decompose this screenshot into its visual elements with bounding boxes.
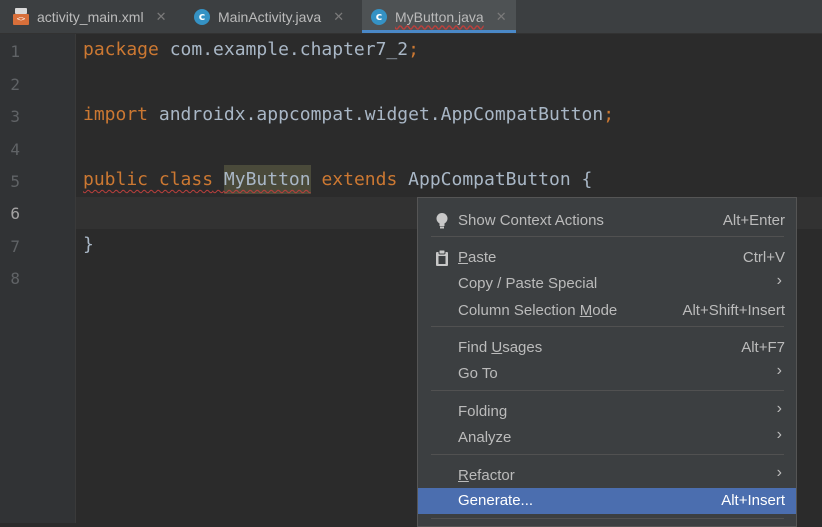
line-number: 1 bbox=[10, 42, 20, 61]
menu-separator bbox=[431, 390, 784, 391]
line-number: 3 bbox=[10, 107, 20, 126]
line-number: 4 bbox=[10, 140, 20, 159]
code-line-7: } bbox=[83, 234, 94, 255]
menu-item-folding[interactable]: Folding › bbox=[418, 399, 796, 425]
tab-main-activity-java[interactable]: c MainActivity.java ✕ bbox=[186, 0, 344, 33]
class-c-icon: c bbox=[371, 8, 387, 25]
menu-separator bbox=[431, 518, 784, 519]
class-c-icon: c bbox=[194, 8, 210, 25]
close-icon[interactable]: ✕ bbox=[156, 9, 167, 25]
menu-separator bbox=[431, 236, 784, 237]
chevron-right-icon: › bbox=[776, 400, 782, 417]
close-icon[interactable]: ✕ bbox=[496, 9, 507, 25]
menu-item-show-context-actions[interactable]: Show Context Actions Alt+Enter bbox=[418, 208, 796, 234]
chevron-right-icon: › bbox=[776, 272, 782, 289]
close-icon[interactable]: ✕ bbox=[333, 9, 344, 25]
menu-item-generate[interactable]: Generate... Alt+Insert bbox=[418, 488, 796, 514]
tab-label: MyButton.java bbox=[395, 8, 484, 25]
chevron-right-icon: › bbox=[776, 464, 782, 481]
xml-file-icon: <> bbox=[13, 8, 29, 25]
menu-separator bbox=[431, 454, 784, 455]
menu-item-analyze[interactable]: Analyze › bbox=[418, 425, 796, 451]
menu-item-go-to[interactable]: Go To › bbox=[418, 361, 796, 387]
code-line-5: public class MyButton extends AppCompatB… bbox=[83, 165, 592, 194]
highlighted-class-name: MyButton bbox=[223, 165, 311, 194]
lightbulb-icon bbox=[433, 212, 451, 230]
chevron-right-icon: › bbox=[776, 426, 782, 443]
editor-tab-bar: <> activity_main.xml ✕ c MainActivity.ja… bbox=[0, 0, 822, 34]
line-number: 5 bbox=[10, 172, 20, 191]
line-number: 7 bbox=[10, 237, 20, 256]
menu-item-refactor[interactable]: Refactor › bbox=[418, 463, 796, 489]
tab-mybutton-java[interactable]: c MyButton.java ✕ bbox=[362, 0, 516, 33]
menu-separator bbox=[431, 326, 784, 327]
chevron-right-icon: › bbox=[776, 362, 782, 379]
menu-item-find-usages[interactable]: Find Usages Alt+F7 bbox=[418, 335, 796, 361]
tab-label: MainActivity.java bbox=[218, 8, 322, 25]
line-number-gutter: 1 2 3 4 5 6 7 8 bbox=[0, 34, 76, 523]
line-number: 6 bbox=[10, 204, 20, 223]
code-line-1: package com.example.chapter7_2; bbox=[83, 39, 419, 60]
clipboard-icon bbox=[433, 249, 451, 267]
editor-context-menu: Show Context Actions Alt+Enter Paste Ctr… bbox=[417, 197, 797, 527]
tab-label: activity_main.xml bbox=[37, 8, 144, 25]
line-number: 2 bbox=[10, 75, 20, 94]
line-number: 8 bbox=[10, 269, 20, 288]
code-line-3: import androidx.appcompat.widget.AppComp… bbox=[83, 104, 615, 125]
menu-item-column-selection-mode[interactable]: Column Selection Mode Alt+Shift+Insert bbox=[418, 298, 796, 324]
menu-item-copy-paste-special[interactable]: Copy / Paste Special › bbox=[418, 271, 796, 297]
tab-activity-main-xml[interactable]: <> activity_main.xml ✕ bbox=[0, 0, 186, 33]
menu-item-paste[interactable]: Paste Ctrl+V bbox=[418, 245, 796, 271]
